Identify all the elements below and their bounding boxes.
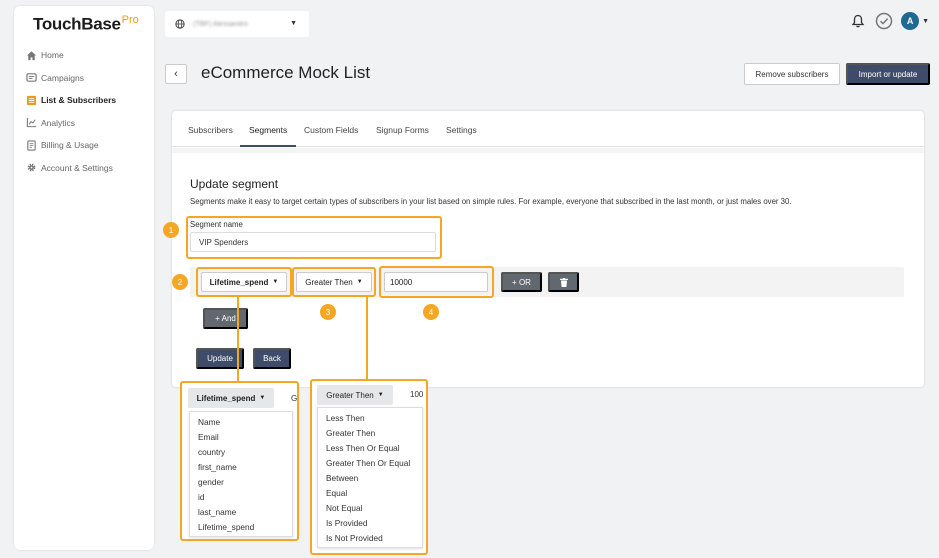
- brand-logo[interactable]: TouchBasePro: [33, 14, 139, 35]
- field-option[interactable]: Lifetime_spend: [190, 520, 292, 535]
- field-option[interactable]: country: [190, 445, 292, 460]
- field-dropdown-menu: Name Email country first_name gender id …: [189, 411, 293, 537]
- connector-line: [366, 297, 368, 382]
- top-actions: A ▼: [851, 12, 929, 30]
- remove-subscribers-button[interactable]: Remove subscribers: [744, 63, 840, 85]
- section-title: Update segment: [190, 177, 279, 191]
- operator-option[interactable]: Not Equal: [318, 501, 422, 516]
- sidebar-nav: Home Campaigns List & Subscribers Analyt…: [26, 44, 116, 179]
- billing-icon: [26, 140, 37, 151]
- avatar[interactable]: A: [901, 12, 920, 30]
- page-title: eCommerce Mock List: [201, 63, 371, 82]
- caret-down-icon: ▼: [272, 279, 279, 285]
- account-switcher[interactable]: (TBP) Alessandro ▼: [165, 11, 309, 37]
- globe-icon: [175, 19, 185, 29]
- divider: [172, 148, 924, 153]
- tab-segments[interactable]: Segments: [249, 125, 287, 135]
- back-arrow-button[interactable]: ‹: [165, 64, 187, 84]
- operator-option[interactable]: Greater Then: [318, 426, 422, 441]
- sidebar-item-analytics[interactable]: Analytics: [26, 112, 116, 135]
- operator-option[interactable]: Between: [318, 471, 422, 486]
- segment-name-label: Segment name: [190, 220, 243, 229]
- caret-down-icon: ▼: [259, 395, 266, 401]
- caret-down-icon: ▼: [377, 392, 384, 398]
- bell-icon[interactable]: [851, 14, 865, 28]
- section-description: Segments make it easy to target certain …: [190, 197, 792, 206]
- field-option[interactable]: gender: [190, 475, 292, 490]
- field-option[interactable]: id: [190, 490, 292, 505]
- operator-option[interactable]: Equal: [318, 486, 422, 501]
- delete-rule-button[interactable]: [548, 272, 579, 292]
- caret-down-icon: ▼: [356, 279, 363, 285]
- analytics-icon: [26, 117, 37, 128]
- operator-option[interactable]: Greater Then Or Equal: [318, 456, 422, 471]
- sidebar-item-list-subscribers[interactable]: List & Subscribers: [26, 89, 116, 112]
- home-icon: [26, 50, 37, 61]
- annotation-badge-3: 3: [320, 304, 336, 320]
- operator-select[interactable]: Greater Then ▼: [296, 272, 372, 292]
- tab-bar: Subscribers Segments Custom Fields Signu…: [172, 111, 924, 147]
- field-dropdown-button[interactable]: Lifetime_spend ▼: [188, 388, 274, 408]
- list-icon: [26, 95, 37, 106]
- campaigns-icon: [26, 72, 37, 83]
- operator-option[interactable]: Is Not Provided: [318, 531, 422, 546]
- segment-name-input[interactable]: [190, 232, 436, 252]
- chevron-down-icon: ▼: [290, 20, 297, 27]
- operator-dropdown-menu: Less Then Greater Then Less Then Or Equa…: [317, 407, 423, 548]
- value-input-fragment: 100: [410, 390, 424, 399]
- field-option[interactable]: Name: [190, 415, 292, 430]
- active-tab-indicator: [240, 145, 296, 147]
- annotation-badge-2: 2: [172, 274, 188, 290]
- chevron-down-icon[interactable]: ▼: [922, 18, 929, 25]
- rule-value-input[interactable]: 10000: [384, 272, 488, 292]
- field-option[interactable]: first_name: [190, 460, 292, 475]
- account-name: (TBP) Alessandro: [193, 20, 248, 28]
- add-and-button[interactable]: + And: [203, 308, 248, 329]
- tab-settings[interactable]: Settings: [446, 125, 477, 135]
- annotation-badge-4: 4: [423, 304, 439, 320]
- chevron-left-icon: ‹: [174, 68, 178, 80]
- operator-option[interactable]: Is Provided: [318, 516, 422, 531]
- field-select[interactable]: Lifetime_spend ▼: [201, 272, 287, 292]
- operator-option[interactable]: Less Then Or Equal: [318, 441, 422, 456]
- field-option[interactable]: last_name: [190, 505, 292, 520]
- tab-subscribers[interactable]: Subscribers: [188, 125, 233, 135]
- operator-button-fragment: G: [291, 394, 298, 403]
- trash-icon: [559, 277, 568, 287]
- sidebar-item-billing[interactable]: Billing & Usage: [26, 134, 116, 157]
- operator-option[interactable]: Less Then: [318, 411, 422, 426]
- operator-dropdown-button[interactable]: Greater Then ▼: [317, 385, 393, 405]
- sidebar-item-account-settings[interactable]: Account & Settings: [26, 157, 116, 180]
- sidebar-item-home[interactable]: Home: [26, 44, 116, 67]
- back-button[interactable]: Back: [253, 348, 291, 369]
- gear-icon: [26, 162, 37, 173]
- connector-line: [237, 297, 239, 383]
- import-update-button[interactable]: Import or update: [846, 63, 930, 85]
- annotation-badge-1: 1: [163, 222, 179, 238]
- sidebar-item-campaigns[interactable]: Campaigns: [26, 67, 116, 90]
- tab-custom-fields[interactable]: Custom Fields: [304, 125, 358, 135]
- check-circle-icon[interactable]: [875, 12, 893, 30]
- tab-signup-forms[interactable]: Signup Forms: [376, 125, 429, 135]
- sidebar: TouchBasePro Home Campaigns List & Subsc…: [14, 6, 154, 550]
- field-option[interactable]: Email: [190, 430, 292, 445]
- add-or-button[interactable]: + OR: [501, 272, 542, 292]
